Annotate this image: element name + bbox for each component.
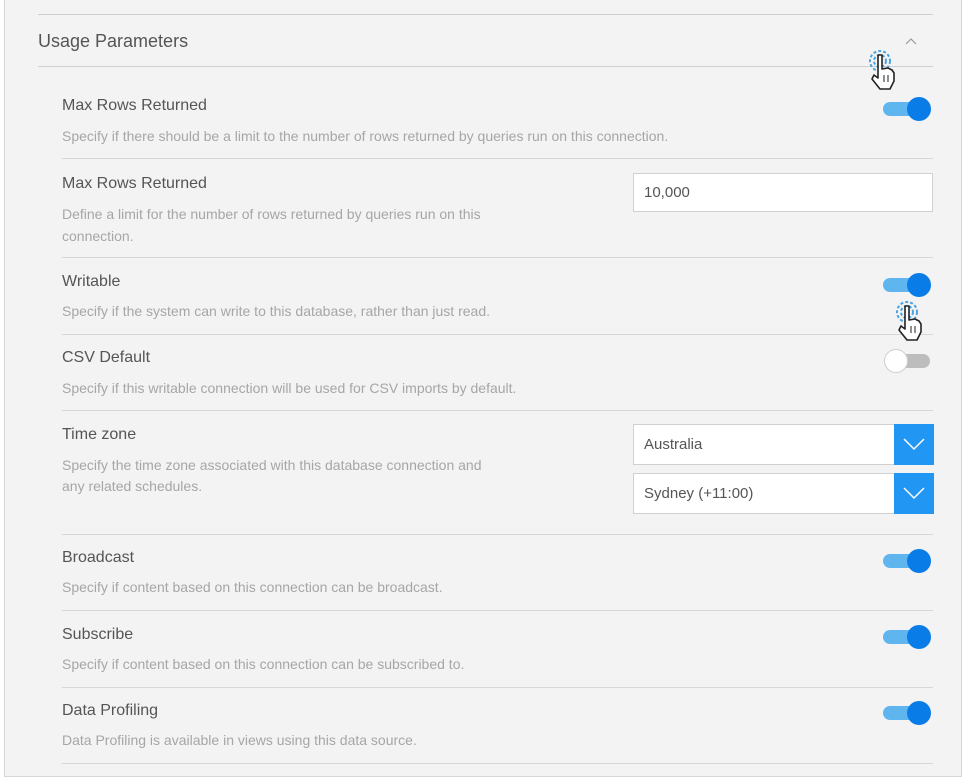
max-rows-value-row: Max Rows Returned Define a limit for the… (62, 159, 933, 258)
csv-default-toggle[interactable] (884, 349, 932, 373)
toggle-knob (884, 349, 908, 373)
row-title: Max Rows Returned (62, 175, 207, 192)
hand-cursor-icon (866, 47, 906, 91)
row-description-line-2: connection. (62, 228, 134, 244)
max-rows-limit-row: Max Rows Returned Specify if there shoul… (62, 82, 933, 159)
max-rows-limit-toggle[interactable] (883, 97, 931, 121)
row-description: Specify if content based on this connect… (62, 579, 443, 595)
broadcast-toggle[interactable] (883, 549, 931, 573)
row-description: Specify if there should be a limit to th… (62, 128, 669, 144)
broadcast-row: Broadcast Specify if content based on th… (62, 535, 933, 611)
time-zone-city-select[interactable]: Sydney (+11:00) (633, 473, 934, 514)
section-title: Usage Parameters (38, 31, 189, 51)
selected-city: Sydney (+11:00) (644, 485, 754, 502)
chevron-down-icon[interactable] (894, 424, 934, 465)
writable-row: Writable Specify if the system can write… (62, 258, 933, 335)
subscribe-toggle[interactable] (883, 625, 931, 649)
row-description-line-1: Specify the time zone associated with th… (62, 457, 482, 473)
time-zone-region-select[interactable]: Australia (633, 424, 934, 465)
chevron-up-icon[interactable] (905, 37, 917, 47)
toggle-knob (907, 701, 931, 725)
time-zone-row: Time zone Specify the time zone associat… (62, 411, 934, 535)
row-title: Writable (62, 273, 121, 290)
chevron-down-icon[interactable] (894, 473, 934, 514)
toggle-knob (907, 97, 931, 121)
row-description-line-1: Define a limit for the number of rows re… (62, 206, 481, 222)
row-title: Broadcast (62, 549, 135, 566)
csv-default-row: CSV Default Specify if this writable con… (62, 335, 933, 411)
usage-parameters-header[interactable]: Usage Parameters (38, 15, 933, 67)
toggle-knob (907, 273, 931, 297)
row-title: Subscribe (62, 626, 134, 643)
selected-region: Australia (644, 436, 703, 453)
row-title: Data Profiling (62, 702, 159, 719)
row-title: Max Rows Returned (62, 97, 207, 114)
max-rows-input[interactable]: 10,000 (633, 173, 933, 212)
row-title: Time zone (62, 426, 137, 443)
toggle-knob (907, 625, 931, 649)
data-profiling-toggle[interactable] (883, 701, 931, 725)
data-profiling-row: Data Profiling Data Profiling is availab… (62, 688, 933, 764)
subscribe-row: Subscribe Specify if content based on th… (62, 611, 933, 688)
row-description: Specify if content based on this connect… (62, 656, 465, 672)
row-description-line-2: any related schedules. (62, 478, 203, 494)
hand-cursor-icon (893, 298, 933, 342)
row-description: Data Profiling is available in views usi… (62, 732, 417, 748)
writable-toggle[interactable] (883, 273, 931, 297)
row-description: Specify if this writable connection will… (62, 380, 517, 396)
row-title: CSV Default (62, 349, 151, 366)
toggle-knob (907, 549, 931, 573)
row-description: Specify if the system can write to this … (62, 303, 490, 319)
